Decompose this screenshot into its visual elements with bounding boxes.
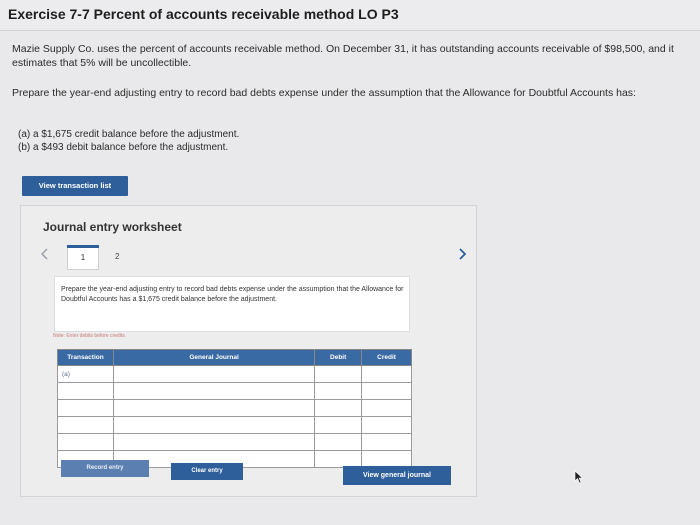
option-a: (a) a $1,675 credit balance before the a… [18, 129, 240, 140]
option-b: (b) a $493 debit balance before the adju… [18, 142, 229, 153]
journal-input[interactable] [112, 433, 316, 451]
journal-input[interactable] [112, 382, 316, 400]
transaction-cell: (a) [57, 365, 114, 383]
credit-input[interactable] [361, 365, 412, 383]
journal-input[interactable] [112, 399, 316, 417]
chevron-right-icon[interactable] [458, 248, 467, 263]
page-title: Exercise 7-7 Percent of accounts receiva… [8, 6, 399, 22]
credit-input[interactable] [361, 416, 412, 434]
credit-input[interactable] [361, 382, 412, 400]
table-row [57, 416, 412, 434]
problem-instruction: Prepare the year-end adjusting entry to … [12, 87, 636, 99]
record-entry-button[interactable]: Record entry [61, 460, 149, 477]
journal-input[interactable] [112, 365, 316, 383]
header-transaction: Transaction [57, 349, 114, 366]
transaction-cell [57, 416, 114, 434]
debit-input[interactable] [314, 382, 363, 400]
debit-input[interactable] [314, 433, 363, 451]
header-debit: Debit [314, 349, 363, 366]
page-tab-2[interactable]: 2 [115, 246, 119, 268]
credit-input[interactable] [361, 433, 412, 451]
transaction-cell [57, 433, 114, 451]
credit-input[interactable] [361, 399, 412, 417]
debit-input[interactable] [314, 365, 363, 383]
debit-input[interactable] [314, 399, 363, 417]
table-row [57, 382, 412, 400]
journal-table: Transaction General Journal Debit Credit… [57, 349, 412, 468]
cursor-arrow-icon [574, 470, 584, 489]
instruction-text: Prepare the year-end adjusting entry to … [61, 286, 404, 303]
title-bar: Exercise 7-7 Percent of accounts receiva… [0, 0, 700, 31]
table-row [57, 399, 412, 417]
chevron-left-icon[interactable] [40, 248, 49, 263]
view-general-journal-button[interactable]: View general journal [343, 466, 451, 485]
instruction-box: Prepare the year-end adjusting entry to … [54, 276, 410, 332]
problem-text: Mazie Supply Co. uses the percent of acc… [12, 43, 674, 69]
debit-input[interactable] [314, 450, 363, 468]
transaction-cell [57, 382, 114, 400]
worksheet-title: Journal entry worksheet [43, 220, 182, 234]
view-transaction-list-button[interactable]: View transaction list [22, 176, 128, 196]
table-row [57, 433, 412, 451]
page-tab-1[interactable]: 1 [67, 245, 99, 270]
clear-entry-button[interactable]: Clear entry [171, 463, 243, 480]
header-general-journal: General Journal [112, 349, 316, 366]
debit-input[interactable] [314, 416, 363, 434]
transaction-cell [57, 399, 114, 417]
header-credit: Credit [361, 349, 412, 366]
journal-entry-worksheet: Journal entry worksheet 1 2 Prepare the … [20, 205, 477, 497]
credit-input[interactable] [361, 450, 412, 468]
journal-input[interactable] [112, 416, 316, 434]
table-row: (a) [57, 365, 412, 383]
note-text: Note: Enter debits before credits. [53, 333, 127, 339]
